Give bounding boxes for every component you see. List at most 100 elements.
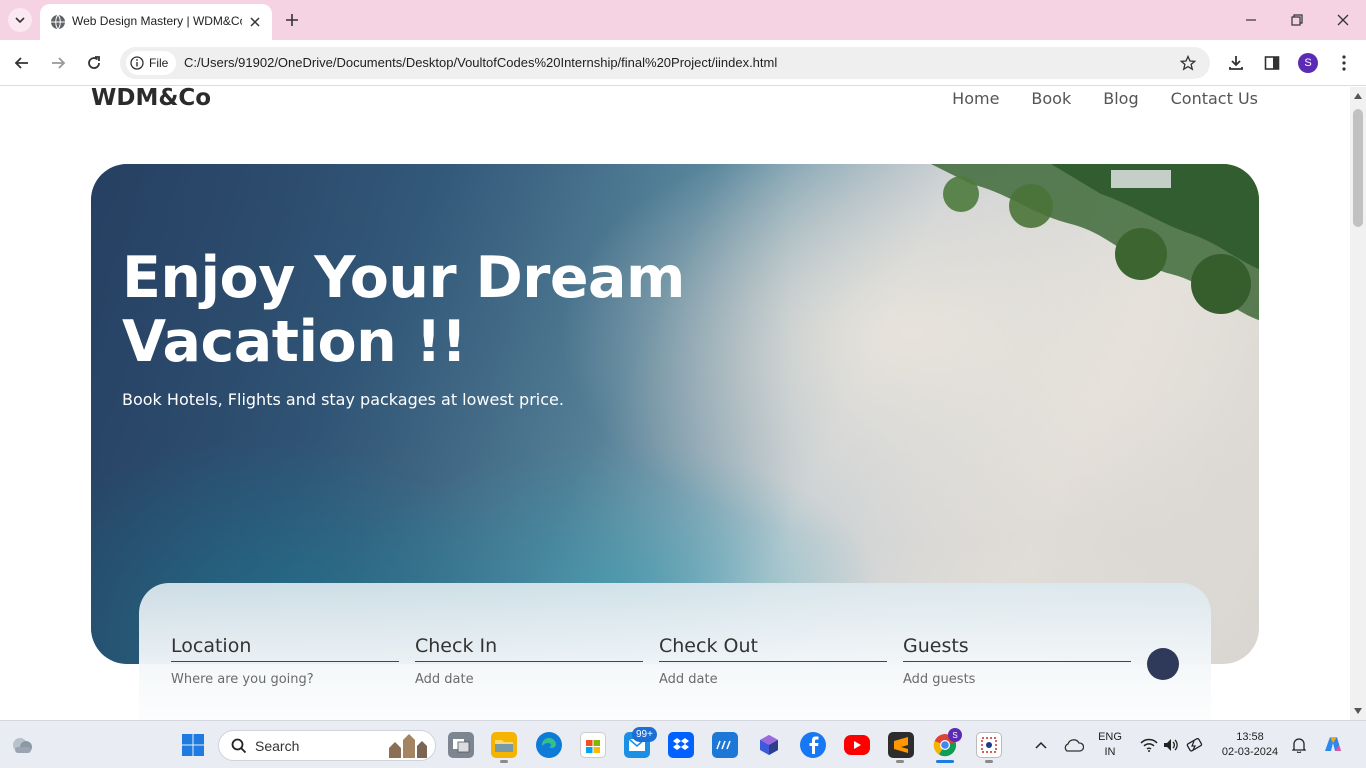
chrome-profile-badge: S (948, 728, 962, 742)
scroll-up-arrow[interactable] (1353, 91, 1363, 101)
facebook-app[interactable] (800, 732, 826, 758)
reload-button[interactable] (82, 51, 106, 75)
new-tab-button[interactable] (282, 10, 302, 30)
caret-down-icon (1354, 708, 1362, 714)
myhp-app[interactable] (712, 732, 738, 758)
search-button[interactable] (1147, 648, 1179, 680)
guests-input[interactable] (903, 672, 1131, 687)
dropbox-icon (673, 738, 689, 750)
battery-tray-icon[interactable] (1182, 732, 1208, 758)
edge-browser-app[interactable] (536, 732, 562, 758)
nav-link-book[interactable]: Book (1031, 89, 1071, 108)
file-explorer-app[interactable] (491, 732, 517, 758)
file-explorer-running-indicator (500, 760, 508, 763)
onedrive-tray-icon[interactable] (1060, 732, 1086, 758)
wifi-icon (1140, 738, 1158, 752)
dropbox-app[interactable] (668, 732, 694, 758)
chevron-up-icon (1035, 741, 1047, 749)
browser-toolbar: File C:/Users/91902/OneDrive/Documents/D… (0, 40, 1366, 86)
mail-unread-badge: 99+ (632, 727, 657, 742)
plus-icon (286, 14, 298, 26)
restore-button[interactable] (1283, 6, 1311, 34)
page-scrollbar[interactable] (1350, 87, 1366, 720)
nav-link-contact[interactable]: Contact Us (1171, 89, 1258, 108)
taskbar-search-label: Search (255, 738, 300, 754)
reload-icon (88, 56, 100, 69)
site-logo[interactable]: WDM&Co (91, 87, 211, 111)
sublime-text-app[interactable] (888, 732, 914, 758)
scroll-down-arrow[interactable] (1353, 706, 1363, 716)
weather-widget[interactable] (10, 732, 36, 758)
task-view-button[interactable] (448, 732, 474, 758)
close-window-button[interactable] (1329, 6, 1357, 34)
copilot-button[interactable] (1320, 732, 1346, 758)
downloads-button[interactable] (1224, 51, 1248, 75)
hero-subtitle: Book Hotels, Flights and stay packages a… (122, 390, 564, 409)
profile-avatar[interactable]: S (1298, 53, 1318, 73)
tab-search-button[interactable] (8, 8, 32, 32)
tab-close-button[interactable] (246, 13, 264, 31)
youtube-app[interactable] (844, 735, 870, 755)
address-bar[interactable]: File C:/Users/91902/OneDrive/Documents/D… (120, 47, 1210, 79)
snipping-tool-app[interactable] (976, 732, 1002, 758)
check-in-label: Check In (415, 635, 643, 662)
copilot-cube-app[interactable] (756, 732, 782, 758)
windows-logo-icon (182, 734, 204, 756)
language-top: ENG (1098, 731, 1122, 743)
bell-icon (1292, 738, 1306, 753)
check-in-input[interactable] (415, 672, 643, 687)
volume-tray-icon[interactable] (1158, 732, 1184, 758)
globe-icon (51, 14, 65, 30)
location-input[interactable] (171, 672, 399, 687)
nav-link-home[interactable]: Home (952, 89, 999, 108)
browser-tabstrip: Web Design Mastery | WDM&Co (0, 0, 1366, 40)
forward-button[interactable] (46, 51, 70, 75)
arrow-right-icon (52, 57, 66, 69)
cloud-sync-icon (1064, 739, 1084, 752)
info-icon (130, 56, 144, 70)
windows-taskbar: Search ENG IN 13:58 02-03-2024 (0, 720, 1366, 768)
browser-menu-button[interactable] (1332, 51, 1356, 75)
scroll-thumb[interactable] (1353, 109, 1363, 227)
taskbar-search[interactable]: Search (218, 730, 436, 761)
browser-tab-active[interactable]: Web Design Mastery | WDM&Co (40, 4, 272, 40)
clock-date: 02-03-2024 (1221, 746, 1279, 758)
back-button[interactable] (10, 51, 34, 75)
start-button[interactable] (180, 732, 206, 758)
url-text[interactable]: C:/Users/91902/OneDrive/Documents/Deskto… (184, 55, 777, 70)
sublime-icon (894, 737, 908, 753)
microsoft-store-app[interactable] (580, 732, 606, 758)
show-hidden-icons-button[interactable] (1028, 732, 1054, 758)
nav-link-blog[interactable]: Blog (1103, 89, 1138, 108)
bookmark-button[interactable] (1178, 53, 1198, 73)
check-out-input[interactable] (659, 672, 887, 687)
tab-title: Web Design Mastery | WDM&Co (72, 14, 242, 28)
chevron-down-icon (15, 17, 25, 24)
copilot-icon (1325, 737, 1341, 751)
search-highlight-icon (389, 734, 427, 758)
location-label: Location (171, 635, 399, 662)
star-icon (1180, 55, 1196, 71)
snipping-icon (981, 737, 997, 753)
minimize-button[interactable] (1237, 6, 1265, 34)
minimize-icon (1246, 19, 1256, 21)
language-indicator[interactable]: ENG IN (1094, 730, 1126, 760)
side-panel-button[interactable] (1260, 51, 1284, 75)
booking-form: Location Check In Check Out Guests (139, 583, 1211, 720)
clock[interactable]: 13:58 02-03-2024 (1212, 730, 1288, 760)
caret-up-icon (1354, 93, 1362, 99)
check-in-field: Check In (415, 635, 643, 687)
page-viewport: WDM&Co Home Book Blog Contact Us Enjoy Y… (0, 87, 1350, 720)
store-icon (586, 740, 600, 753)
restore-icon (1291, 14, 1303, 26)
check-out-field: Check Out (659, 635, 887, 687)
facebook-icon (809, 736, 819, 754)
site-info-button[interactable]: File (126, 51, 177, 75)
guests-field: Guests (903, 635, 1131, 687)
folder-icon (495, 740, 513, 752)
weather-cloud-icon (13, 738, 32, 753)
snipping-running-indicator (985, 760, 993, 763)
notifications-button[interactable] (1286, 732, 1312, 758)
speaker-icon (1164, 739, 1178, 751)
play-icon (854, 741, 861, 749)
